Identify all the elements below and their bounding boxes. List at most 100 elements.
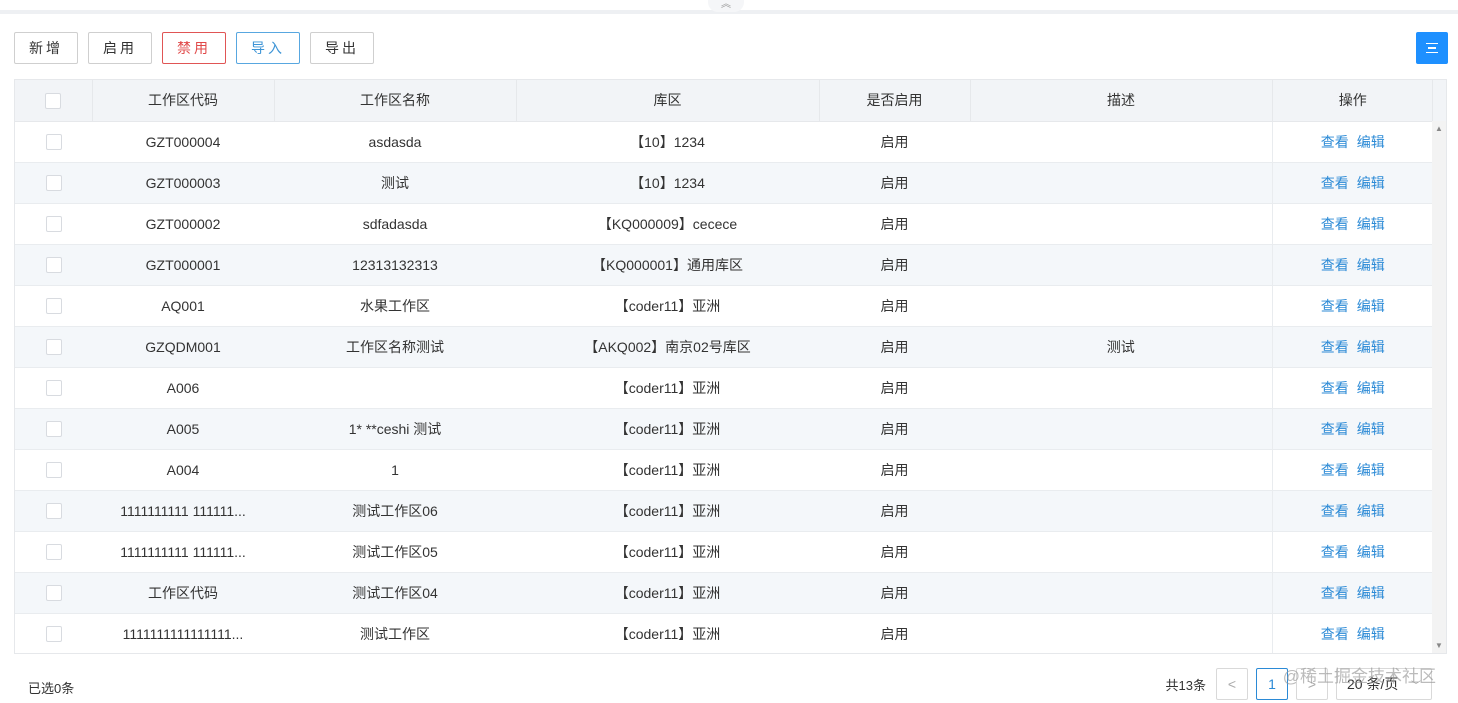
edit-link[interactable]: 编辑 [1357, 175, 1385, 191]
header-desc[interactable]: 描述 [970, 80, 1273, 122]
cell-name: 测试工作区05 [274, 531, 516, 573]
edit-link[interactable]: 编辑 [1357, 585, 1385, 601]
row-select-cell [15, 531, 92, 573]
table-row: A004 1 【coder11】亚洲 启用 查看 编辑 [15, 449, 1433, 491]
selected-count: 已选0条 [28, 681, 75, 696]
row-checkbox[interactable] [45, 257, 62, 274]
view-link[interactable]: 查看 [1321, 585, 1349, 601]
row-checkbox[interactable] [45, 298, 62, 315]
view-link[interactable]: 查看 [1321, 421, 1349, 437]
row-checkbox[interactable] [45, 626, 62, 643]
row-select-cell [15, 613, 92, 653]
table-row: A006 【coder11】亚洲 启用 查看 编辑 [15, 367, 1433, 409]
row-checkbox[interactable] [45, 544, 62, 561]
table-row: 1111111111 111111... 测试工作区05 【coder11】亚洲 启用… [15, 531, 1433, 573]
scroll-up-icon[interactable]: ▲ [1435, 125, 1443, 133]
enable-button[interactable]: 启用 [88, 32, 152, 64]
row-checkbox[interactable] [45, 339, 62, 356]
disable-button[interactable]: 禁用 [162, 32, 226, 64]
cell-enabled: 启用 [819, 326, 970, 368]
row-select-cell [15, 572, 92, 614]
cell-actions: 查看 编辑 [1271, 531, 1433, 573]
cell-enabled: 启用 [819, 203, 970, 245]
cell-name: 测试工作区 [274, 613, 516, 653]
edit-link[interactable]: 编辑 [1357, 421, 1385, 437]
cell-actions: 查看 编辑 [1271, 572, 1433, 614]
view-link[interactable]: 查看 [1321, 380, 1349, 396]
chevron-left-icon: < [1227, 676, 1237, 692]
view-link[interactable]: 查看 [1321, 175, 1349, 191]
edit-link[interactable]: 编辑 [1357, 339, 1385, 355]
view-link[interactable]: 查看 [1321, 216, 1349, 232]
view-link[interactable]: 查看 [1321, 134, 1349, 150]
collapse-handle[interactable]: ︽ [708, 0, 744, 12]
cell-actions: 查看 编辑 [1271, 121, 1433, 163]
edit-link[interactable]: 编辑 [1357, 503, 1385, 519]
cell-area: 【10】1234 [516, 162, 819, 204]
view-link[interactable]: 查看 [1321, 339, 1349, 355]
row-checkbox[interactable] [45, 134, 62, 151]
cell-code: AQ001 [92, 285, 274, 327]
header-code[interactable]: 工作区代码 [92, 80, 275, 122]
chevron-double-up-icon: ︽ [721, 0, 731, 10]
cell-name: 1* **ceshi 测试 [274, 408, 516, 450]
cell-code: GZQDM001 [92, 326, 274, 368]
header-enabled[interactable]: 是否启用 [819, 80, 971, 122]
edit-link[interactable]: 编辑 [1357, 462, 1385, 478]
view-link[interactable]: 查看 [1321, 257, 1349, 273]
add-button[interactable]: 新增 [14, 32, 78, 64]
export-button[interactable]: 导出 [310, 32, 374, 64]
action-toolbar: 新增 启用 禁用 导入 导出 [14, 32, 374, 64]
cell-enabled: 启用 [819, 531, 970, 573]
vertical-scrollbar[interactable]: ▲ ▼ [1432, 121, 1446, 653]
cell-actions: 查看 编辑 [1271, 408, 1433, 450]
header-name[interactable]: 工作区名称 [274, 80, 517, 122]
row-checkbox[interactable] [45, 421, 62, 438]
select-all-cell [15, 80, 93, 122]
edit-link[interactable]: 编辑 [1357, 626, 1385, 642]
page-size-value: 20 条/页 [1347, 676, 1399, 692]
row-checkbox[interactable] [45, 503, 62, 520]
next-page-button[interactable]: > [1296, 668, 1328, 700]
cell-code: 1111111111111111... [92, 613, 274, 653]
select-all-checkbox[interactable] [45, 92, 62, 109]
top-divider: ︽ [0, 0, 1458, 14]
view-link[interactable]: 查看 [1321, 544, 1349, 560]
page-1-button[interactable]: 1 [1256, 668, 1288, 700]
chevron-right-icon: > [1307, 676, 1317, 692]
cell-enabled: 启用 [819, 285, 970, 327]
import-button[interactable]: 导入 [236, 32, 300, 64]
view-link[interactable]: 查看 [1321, 298, 1349, 314]
row-checkbox[interactable] [45, 380, 62, 397]
row-select-cell [15, 326, 92, 368]
row-checkbox[interactable] [45, 585, 62, 602]
edit-link[interactable]: 编辑 [1357, 380, 1385, 396]
cell-code: GZT000002 [92, 203, 274, 245]
scroll-down-icon[interactable]: ▼ [1435, 642, 1443, 650]
view-link[interactable]: 查看 [1321, 503, 1349, 519]
edit-link[interactable]: 编辑 [1357, 298, 1385, 314]
row-checkbox[interactable] [45, 462, 62, 479]
row-select-cell [15, 162, 92, 204]
row-checkbox[interactable] [45, 216, 62, 233]
cell-area: 【coder11】亚洲 [516, 408, 819, 450]
cell-desc [970, 244, 1272, 286]
edit-link[interactable]: 编辑 [1357, 216, 1385, 232]
edit-link[interactable]: 编辑 [1357, 134, 1385, 150]
column-settings-button[interactable] [1416, 32, 1448, 64]
prev-page-button[interactable]: < [1216, 668, 1248, 700]
header-area[interactable]: 库区 [516, 80, 820, 122]
row-checkbox[interactable] [45, 175, 62, 192]
cell-actions: 查看 编辑 [1271, 244, 1433, 286]
cell-name: 工作区名称测试 [274, 326, 516, 368]
view-link[interactable]: 查看 [1321, 462, 1349, 478]
row-select-cell [15, 203, 92, 245]
edit-link[interactable]: 编辑 [1357, 544, 1385, 560]
edit-link[interactable]: 编辑 [1357, 257, 1385, 273]
cell-desc [970, 162, 1272, 204]
column-settings-icon [1426, 42, 1438, 45]
cell-enabled: 启用 [819, 162, 970, 204]
cell-code: 1111111111 111111... [92, 490, 274, 532]
page-size-select[interactable]: 20 条/页 ﹀ [1336, 668, 1432, 700]
view-link[interactable]: 查看 [1321, 626, 1349, 642]
